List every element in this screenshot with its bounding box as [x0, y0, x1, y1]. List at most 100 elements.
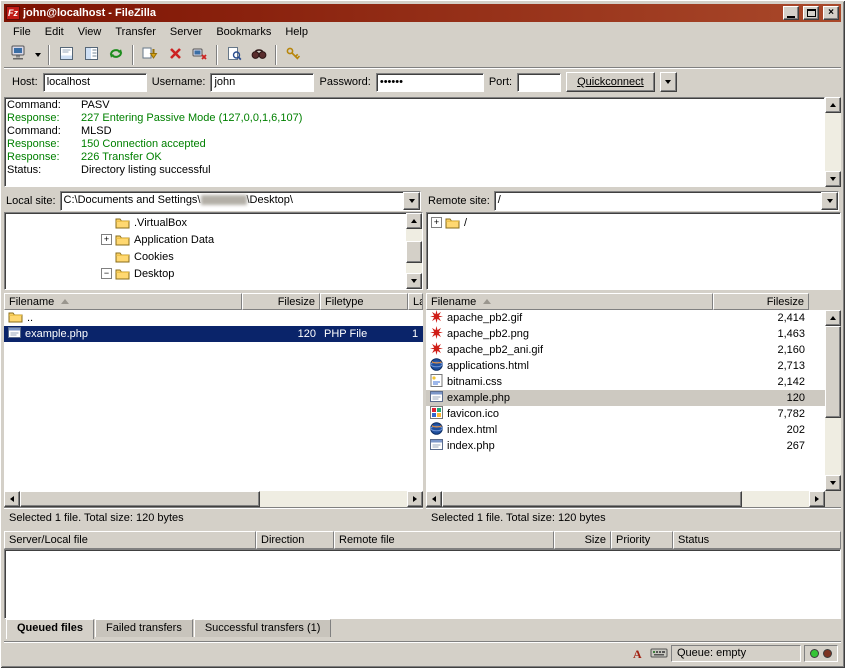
menu-transfer[interactable]: Transfer	[108, 24, 163, 40]
local-path-dropdown-button[interactable]	[403, 192, 420, 210]
file-row-apache-pb2-png[interactable]: apache_pb2.png1,463	[426, 326, 825, 342]
tree-expander-icon[interactable]: +	[431, 217, 442, 228]
column-header-direction[interactable]: Direction	[256, 531, 334, 549]
tree-item-cookies[interactable]: Cookies	[5, 248, 406, 265]
local-path-combo[interactable]: C:\Documents and Settings\\Desktop\	[60, 191, 421, 211]
local-tree-scrollbar[interactable]	[406, 213, 422, 289]
menu-server[interactable]: Server	[163, 24, 209, 40]
local-list-hscrollbar[interactable]	[4, 491, 423, 507]
file-row-index-html[interactable]: index.html202	[426, 422, 825, 438]
minimize-button[interactable]	[783, 6, 799, 20]
remote-file-list: apache_pb2.gif2,414apache_pb2.png1,463ap…	[426, 310, 825, 491]
menu-view[interactable]: View	[71, 24, 109, 40]
file-row-favicon-ico[interactable]: favicon.ico7,782	[426, 406, 825, 422]
scroll-down-icon[interactable]	[406, 273, 422, 289]
file-row-example-php[interactable]: example.php120PHP File1	[4, 326, 423, 342]
scroll-right-icon[interactable]	[407, 491, 423, 507]
cancel-icon	[168, 46, 183, 64]
column-header-size[interactable]: Size	[554, 531, 611, 549]
column-header-status[interactable]: Status	[673, 531, 841, 549]
scroll-up-icon[interactable]	[825, 97, 841, 113]
column-header-filetype[interactable]: Filetype	[320, 293, 408, 310]
tree-item-[interactable]: +/	[427, 214, 840, 231]
scroll-down-icon[interactable]	[825, 475, 841, 491]
file-row-apache-pb2-gif[interactable]: apache_pb2.gif2,414	[426, 310, 825, 326]
column-header-filename[interactable]: Filename	[426, 293, 713, 310]
tab-successful-transfers-1[interactable]: Successful transfers (1)	[194, 619, 332, 637]
menu-edit[interactable]: Edit	[38, 24, 71, 40]
remote-list-vscrollbar[interactable]	[825, 310, 841, 491]
scrollbar-thumb[interactable]	[406, 241, 422, 263]
scrollbar-thumb[interactable]	[20, 491, 260, 507]
tab-queued-files[interactable]: Queued files	[6, 619, 94, 639]
column-header-filesize[interactable]: Filesize	[242, 293, 320, 310]
filezilla-logo-icon: Fz	[6, 6, 20, 20]
toggle-tree-button[interactable]	[79, 44, 103, 66]
file-row-example-php[interactable]: example.php120	[426, 390, 825, 406]
transfer-type-icon[interactable]: A	[629, 646, 647, 661]
filter-button[interactable]	[247, 44, 271, 66]
host-input[interactable]	[43, 73, 147, 92]
column-header-server-local-file[interactable]: Server/Local file	[4, 531, 256, 549]
tree-item-label: Cookies	[134, 251, 174, 263]
column-header-priority[interactable]: Priority	[611, 531, 673, 549]
cancel-button[interactable]	[163, 44, 187, 66]
toolbar-separator	[216, 45, 218, 65]
log-line-label: Command:	[7, 99, 81, 112]
toggle-log-button[interactable]	[54, 44, 78, 66]
cell-name: example.php	[426, 390, 713, 406]
title-bar[interactable]: Fz john@localhost - FileZilla ×	[4, 4, 841, 22]
site-manager-button[interactable]	[7, 44, 31, 66]
scroll-left-icon[interactable]	[426, 491, 442, 507]
menu-file[interactable]: File	[6, 24, 38, 40]
menu-help[interactable]: Help	[278, 24, 315, 40]
column-header-last-modified[interactable]: Last modified	[408, 293, 423, 310]
scroll-up-icon[interactable]	[825, 310, 841, 326]
tab-failed-transfers[interactable]: Failed transfers	[95, 619, 193, 637]
message-log: Command:PASVResponse:227 Entering Passiv…	[4, 97, 825, 187]
chevron-down-icon	[409, 199, 415, 203]
quickconnect-dropdown-button[interactable]	[660, 72, 677, 92]
tree-item-virtualbox[interactable]: .VirtualBox	[5, 214, 406, 231]
remote-list-hscrollbar[interactable]	[426, 491, 841, 507]
username-input[interactable]	[210, 73, 314, 92]
tree-item-desktop[interactable]: −Desktop	[5, 265, 406, 282]
folder-icon	[115, 216, 130, 229]
maximize-button[interactable]	[803, 6, 819, 20]
cell-size: 7,782	[713, 406, 809, 422]
site-manager-button-dropdown[interactable]	[32, 44, 44, 66]
tree-expander-icon[interactable]: +	[101, 234, 112, 245]
remote-path-combo[interactable]: /	[494, 191, 839, 211]
find-files-button[interactable]	[222, 44, 246, 66]
host-label: Host:	[12, 76, 38, 88]
tree-item-application-data[interactable]: +Application Data	[5, 231, 406, 248]
column-header-filesize[interactable]: Filesize	[713, 293, 809, 310]
refresh-button[interactable]	[104, 44, 128, 66]
close-button[interactable]: ×	[823, 6, 839, 20]
file-row-index-php[interactable]: index.php267	[426, 438, 825, 454]
password-input[interactable]	[376, 73, 484, 92]
settings-button[interactable]	[281, 44, 305, 66]
disconnect-button[interactable]	[188, 44, 212, 66]
file-row-apache-pb2-ani-gif[interactable]: apache_pb2_ani.gif2,160	[426, 342, 825, 358]
port-input[interactable]	[517, 73, 561, 92]
process-queue-button[interactable]	[138, 44, 162, 66]
remote-path-dropdown-button[interactable]	[821, 192, 838, 210]
scroll-right-icon[interactable]	[809, 491, 825, 507]
file-row-bitnami-css[interactable]: bitnami.css2,142	[426, 374, 825, 390]
quickconnect-button[interactable]: Quickconnect	[566, 72, 655, 92]
scrollbar-thumb[interactable]	[825, 326, 841, 418]
log-scrollbar[interactable]	[825, 97, 841, 187]
scroll-up-icon[interactable]	[406, 213, 422, 229]
file-row-applications-html[interactable]: applications.html2,713	[426, 358, 825, 374]
file-row-[interactable]: ..	[4, 310, 423, 326]
menu-bookmarks[interactable]: Bookmarks	[209, 24, 278, 40]
scroll-down-icon[interactable]	[825, 171, 841, 187]
tree-expander-icon[interactable]: −	[101, 268, 112, 279]
encryption-icon[interactable]	[650, 646, 668, 661]
scroll-left-icon[interactable]	[4, 491, 20, 507]
column-header-filename[interactable]: Filename	[4, 293, 242, 310]
scrollbar-thumb[interactable]	[442, 491, 742, 507]
column-header-remote-file[interactable]: Remote file	[334, 531, 554, 549]
cell-name: favicon.ico	[426, 406, 713, 422]
